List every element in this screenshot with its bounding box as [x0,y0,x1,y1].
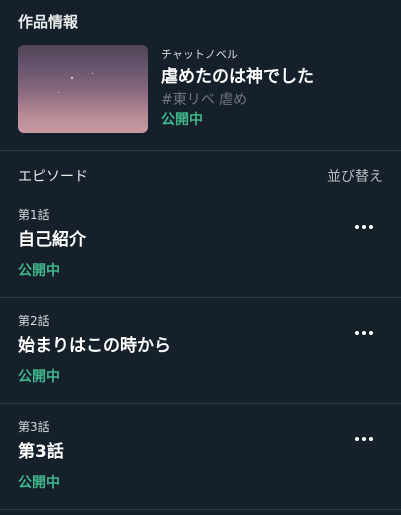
episode-number: 第2話 [18,314,50,328]
star-dot [58,92,59,93]
divider [0,297,401,298]
work-thumbnail[interactable] [18,45,148,133]
work-tags[interactable]: #東リベ 虐め [161,91,386,109]
episode-number: 第3話 [18,420,50,434]
episode-item[interactable]: 第2話 始まりはこの時から 公開中 [0,304,401,409]
episode-item[interactable]: 第1話 自己紹介 公開中 [0,198,401,303]
work-category: チャットノベル [161,48,238,61]
more-horizontal-icon[interactable] [355,216,373,238]
work-title[interactable]: 虐めたのは神でした [161,66,386,88]
star-dot [92,73,93,74]
episode-title[interactable]: 始まりはこの時から [18,331,171,356]
more-horizontal-icon[interactable] [355,322,373,344]
episode-status-badge: 公開中 [18,263,60,279]
work-details: チャットノベル 虐めたのは神でした #東リベ 虐め 公開中 [161,48,386,129]
work-info-heading: 作品情報 [18,13,79,31]
episodes-heading: エピソード [18,169,88,185]
episode-title[interactable]: 第3話 [18,437,64,462]
divider [0,150,401,151]
work-card[interactable]: チャットノベル 虐めたのは神でした #東リベ 虐め 公開中 [18,45,388,135]
sort-button[interactable]: 並び替え [327,166,383,186]
work-status-badge: 公開中 [161,112,203,128]
episode-status-badge: 公開中 [18,369,60,385]
episode-title[interactable]: 自己紹介 [18,225,86,250]
more-horizontal-icon[interactable] [355,428,373,450]
divider [0,509,401,510]
episode-item[interactable]: 第3話 第3話 公開中 [0,410,401,515]
episodes-header: エピソード 並び替え [18,166,383,186]
episode-status-badge: 公開中 [18,475,60,491]
divider [0,403,401,404]
star-dot [71,77,73,79]
episode-number: 第1話 [18,208,50,222]
